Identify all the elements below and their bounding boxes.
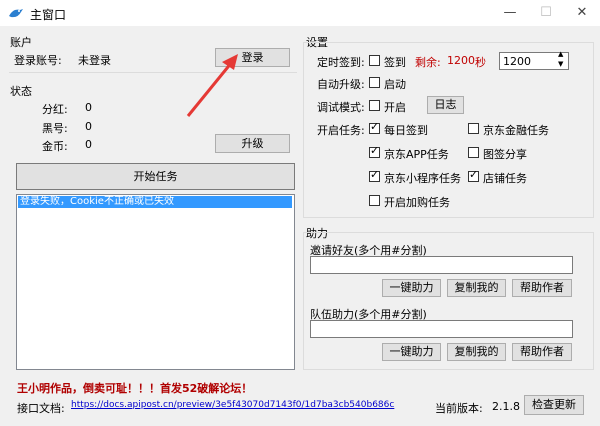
main-window: 主窗口 — ☐ ✕ 账户 登录账号: 未登录 登录 状态 分红: 0 黑号: 0…: [0, 0, 600, 426]
annotation-arrow-icon: [186, 54, 238, 117]
